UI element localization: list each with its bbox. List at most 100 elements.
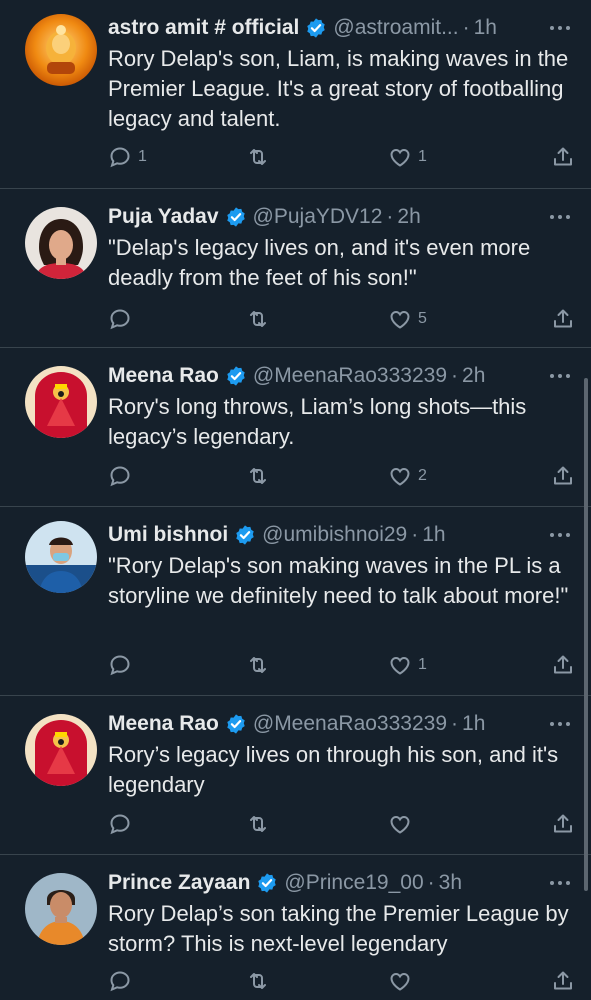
author-handle[interactable]: @Prince19_00: [284, 871, 423, 895]
avatar[interactable]: [25, 873, 97, 945]
author-handle[interactable]: @umibishnoi29: [262, 523, 407, 547]
retweet-icon: [250, 468, 266, 484]
separator-dot: ·: [451, 712, 459, 735]
reply-count: 1: [138, 148, 147, 165]
timestamp[interactable]: 1h: [462, 712, 485, 736]
timestamp[interactable]: 2h: [462, 364, 485, 388]
like-button[interactable]: [388, 810, 418, 838]
share-icon: [554, 971, 572, 990]
separator-dot: ·: [386, 205, 394, 228]
heart-icon: [390, 815, 410, 834]
avatar[interactable]: [25, 714, 97, 786]
author-name[interactable]: Prince Zayaan: [108, 871, 250, 895]
heart-icon: [390, 148, 410, 167]
tweet-text: Rory Delap’s son taking the Premier Leag…: [108, 901, 569, 956]
reply-button[interactable]: [108, 305, 138, 333]
more-options-icon[interactable]: [545, 201, 575, 233]
reply-icon: [110, 971, 130, 992]
reply-icon: [110, 147, 130, 168]
like-button[interactable]: 5: [388, 305, 427, 333]
scrollbar[interactable]: [584, 378, 588, 891]
separator-dot: ·: [427, 871, 435, 894]
retweet-icon: [250, 311, 266, 327]
retweet-icon: [250, 816, 266, 832]
more-options-icon[interactable]: [545, 519, 575, 551]
share-button[interactable]: [551, 305, 575, 333]
tweet[interactable]: Prince Zayaan @Prince19_00 · 3h Rory Del…: [0, 855, 591, 1000]
tweet[interactable]: Meena Rao @MeenaRao333239 · 1h Rory’s le…: [0, 696, 591, 855]
avatar[interactable]: [25, 207, 97, 279]
share-button[interactable]: [551, 462, 575, 490]
timestamp[interactable]: 3h: [439, 871, 462, 895]
like-count: 1: [418, 148, 427, 165]
separator-dot: ·: [451, 364, 459, 387]
timestamp[interactable]: 1h: [422, 523, 445, 547]
reply-button[interactable]: [108, 967, 138, 995]
author-name[interactable]: Meena Rao: [108, 364, 219, 388]
share-icon: [554, 147, 572, 166]
author-name[interactable]: Umi bishnoi: [108, 523, 228, 547]
reply-button[interactable]: 1: [108, 143, 147, 171]
avatar[interactable]: [25, 14, 97, 86]
more-options-icon[interactable]: [545, 360, 575, 392]
tweet-text: "Delap's legacy lives on, and it's even …: [108, 235, 531, 290]
author-handle[interactable]: @MeenaRao333239: [253, 712, 447, 736]
retweet-button[interactable]: [246, 651, 276, 679]
avatar[interactable]: [25, 521, 97, 593]
like-button[interactable]: [388, 967, 418, 995]
share-icon: [554, 814, 572, 833]
author-name[interactable]: astro amit # official: [108, 16, 299, 40]
more-options-icon[interactable]: [545, 867, 575, 899]
retweet-icon: [250, 657, 266, 673]
timestamp[interactable]: 2h: [397, 205, 420, 229]
avatar[interactable]: [25, 366, 97, 438]
reply-button[interactable]: [108, 810, 138, 838]
like-count: 5: [418, 310, 427, 327]
reply-icon: [110, 309, 130, 330]
retweet-button[interactable]: [246, 143, 276, 171]
share-button[interactable]: [551, 143, 575, 171]
verified-badge-icon: [236, 525, 254, 545]
author-handle[interactable]: @MeenaRao333239: [253, 364, 447, 388]
retweet-button[interactable]: [246, 305, 276, 333]
like-button[interactable]: 1: [388, 651, 427, 679]
separator-dot: ·: [411, 523, 419, 546]
retweet-button[interactable]: [246, 810, 276, 838]
tweet[interactable]: Meena Rao @MeenaRao333239 · 2h Rory's lo…: [0, 348, 591, 507]
share-button[interactable]: [551, 810, 575, 838]
more-options-icon[interactable]: [545, 12, 575, 44]
like-button[interactable]: 1: [388, 143, 427, 171]
timeline-feed: astro amit # official @astroamit... · 1h…: [0, 0, 591, 1000]
author-name[interactable]: Puja Yadav: [108, 205, 219, 229]
reply-button[interactable]: [108, 651, 138, 679]
tweet-text: Rory Delap's son, Liam, is making waves …: [108, 46, 569, 131]
verified-badge-icon: [227, 366, 245, 386]
reply-button[interactable]: [108, 462, 138, 490]
tweet[interactable]: Umi bishnoi @umibishnoi29 · 1h "Rory Del…: [0, 507, 591, 696]
retweet-button[interactable]: [246, 967, 276, 995]
author-handle[interactable]: @astroamit...: [333, 16, 458, 40]
tweet-text: Rory's long throws, Liam’s long shots—th…: [108, 394, 527, 449]
verified-badge-icon: [227, 714, 245, 734]
author-name[interactable]: Meena Rao: [108, 712, 219, 736]
retweet-button[interactable]: [246, 462, 276, 490]
verified-badge-icon: [307, 18, 326, 38]
like-count: 1: [418, 656, 427, 673]
share-icon: [554, 466, 572, 485]
more-options-icon[interactable]: [545, 708, 575, 740]
like-button[interactable]: 2: [388, 462, 427, 490]
timestamp[interactable]: 1h: [474, 16, 497, 40]
verified-badge-icon: [258, 873, 277, 893]
share-button[interactable]: [551, 967, 575, 995]
separator-dot: ·: [462, 16, 470, 39]
tweet[interactable]: astro amit # official @astroamit... · 1h…: [0, 0, 591, 189]
author-handle[interactable]: @PujaYDV12: [253, 205, 383, 229]
tweet-text: Rory’s legacy lives on through his son, …: [108, 742, 559, 797]
tweet[interactable]: Puja Yadav @PujaYDV12 · 2h "Delap's lega…: [0, 189, 591, 348]
share-button[interactable]: [551, 651, 575, 679]
heart-icon: [390, 656, 410, 675]
heart-icon: [390, 467, 410, 486]
reply-icon: [110, 655, 130, 676]
share-icon: [554, 309, 572, 328]
heart-icon: [390, 310, 410, 329]
